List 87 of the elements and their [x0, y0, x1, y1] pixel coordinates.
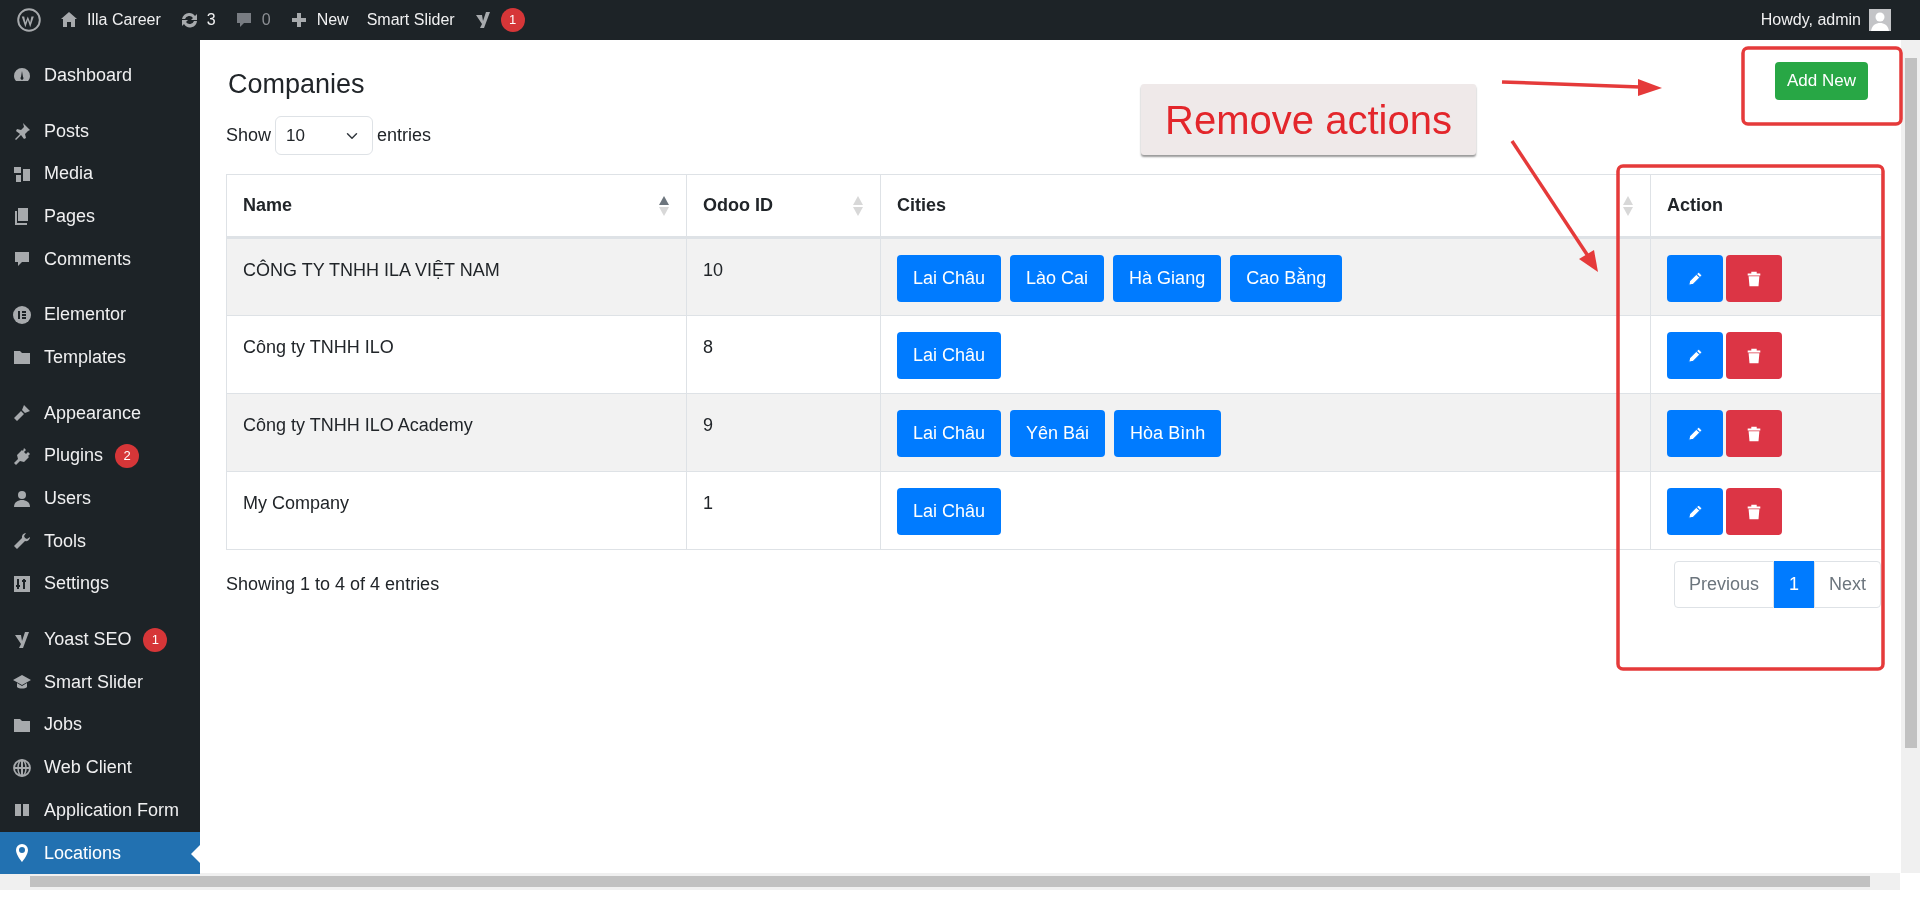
column-header[interactable]: Name	[243, 192, 293, 220]
city-button[interactable]: Hà Giang	[1113, 255, 1222, 303]
sidebar-item[interactable]: Media	[0, 152, 200, 196]
paintbrush-icon	[12, 403, 32, 424]
delete-button[interactable]	[1726, 410, 1782, 458]
delete-button[interactable]	[1726, 332, 1782, 380]
admin-bar-item[interactable]: New	[279, 0, 358, 40]
table-cell-text: CÔNG TY TNHH ILA VIỆT NAM	[243, 258, 500, 283]
city-button[interactable]: Lai Châu	[897, 255, 1002, 303]
admin-bar-item[interactable]: 1	[463, 0, 534, 40]
pencil-icon	[1686, 424, 1704, 443]
sidebar-item[interactable]: Yoast SEO 1	[0, 618, 200, 661]
table-cell-text: 1	[703, 492, 713, 516]
trash-icon	[1745, 269, 1763, 288]
pencil-icon	[1686, 502, 1704, 521]
sidebar-item[interactable]: Posts	[0, 109, 200, 153]
city-button[interactable]: Lào Cai	[1010, 255, 1105, 303]
elementor-icon	[12, 304, 32, 325]
count-badge: 1	[143, 627, 168, 652]
user-icon	[12, 488, 32, 509]
city-button[interactable]: Hòa Bình	[1114, 410, 1222, 458]
notification-badge: 1	[500, 8, 525, 32]
plug-icon	[12, 445, 32, 466]
count-badge: 2	[115, 443, 140, 468]
sidebar-item[interactable]: Plugins 2	[0, 434, 200, 478]
edit-button[interactable]	[1667, 410, 1723, 458]
entries-info: Showing 1 to 4 of 4 entries	[226, 573, 440, 597]
avatar-icon	[1869, 9, 1891, 31]
entries-select[interactable]: 10	[275, 116, 374, 156]
table-cell-text: Công ty TNHH ILO	[243, 336, 394, 360]
sidebar-item[interactable]: Smart Slider	[0, 660, 200, 704]
account-menu[interactable]: Howdy, admin	[1751, 0, 1900, 40]
show-label: Show	[226, 124, 272, 148]
horizontal-scrollbar[interactable]	[0, 873, 1900, 890]
column-header[interactable]: Action	[1667, 192, 1723, 220]
city-button[interactable]: Lai Châu	[897, 332, 1002, 380]
table-cell-text: 10	[703, 259, 724, 283]
sidebar-item[interactable]: Elementor	[0, 293, 200, 337]
sidebar-item[interactable]: Dashboard	[0, 54, 200, 97]
sidebar-item[interactable]: Tools	[0, 519, 200, 563]
callout-label: Remove actions	[1141, 84, 1476, 155]
sliders-icon	[12, 573, 32, 594]
admin-bar-item[interactable]: 0	[224, 0, 280, 40]
admin-bar-item[interactable]: Illa Career	[50, 0, 170, 40]
city-button[interactable]: Lai Châu	[897, 488, 1002, 536]
trash-icon	[1745, 502, 1763, 521]
edit-button[interactable]	[1667, 255, 1723, 303]
admin-bar-item[interactable]: 3	[169, 0, 225, 40]
sidebar-item[interactable]: Locations	[0, 831, 200, 875]
trash-icon	[1745, 424, 1763, 443]
city-button[interactable]: Lai Châu	[897, 410, 1002, 458]
sidebar-item[interactable]: Appearance	[0, 391, 200, 435]
admin-bar-item[interactable]: Smart Slider	[357, 0, 464, 40]
table-cell-text: My Company	[243, 492, 350, 516]
pencil-icon	[1686, 269, 1704, 288]
globe-icon	[12, 757, 32, 778]
sidebar-item[interactable]: Application Form	[0, 789, 200, 832]
edit-button[interactable]	[1667, 488, 1723, 536]
table-cell-text: 9	[703, 414, 713, 438]
entries-label: entries	[377, 124, 432, 148]
table-cell-text: 8	[703, 336, 713, 360]
sidebar-item[interactable]: Settings	[0, 562, 200, 606]
yoast-logo-icon	[12, 629, 32, 650]
trash-icon	[1745, 346, 1763, 365]
vertical-scrollbar[interactable]	[1901, 40, 1920, 873]
sidebar-item[interactable]: Web Client	[0, 746, 200, 789]
sort-icon[interactable]	[658, 194, 670, 217]
column-header[interactable]: Odoo ID	[703, 192, 773, 220]
sidebar-item[interactable]: Users	[0, 477, 200, 520]
sidebar-item[interactable]: Jobs	[0, 703, 200, 747]
sidebar-item[interactable]: Comments	[0, 237, 200, 281]
table-cell-text: Công ty TNHH ILO Academy	[243, 414, 473, 438]
city-button[interactable]: Cao Bằng	[1230, 255, 1343, 303]
pencil-icon	[1686, 346, 1704, 365]
page-title: Companies	[228, 68, 365, 101]
home-icon	[59, 10, 79, 30]
column-header[interactable]: Cities	[897, 192, 947, 220]
delete-button[interactable]	[1726, 255, 1782, 303]
active-pointer	[191, 844, 200, 863]
sidebar-item[interactable]: Templates	[0, 336, 200, 379]
wordpress-logo-icon	[17, 8, 41, 32]
delete-button[interactable]	[1726, 488, 1782, 536]
city-button[interactable]: Yên Bái	[1010, 410, 1106, 458]
wrench-icon	[12, 531, 32, 552]
edit-button[interactable]	[1667, 332, 1723, 380]
sidebar-item[interactable]: Pages	[0, 195, 200, 238]
pagination-link[interactable]: 1	[1773, 561, 1814, 609]
